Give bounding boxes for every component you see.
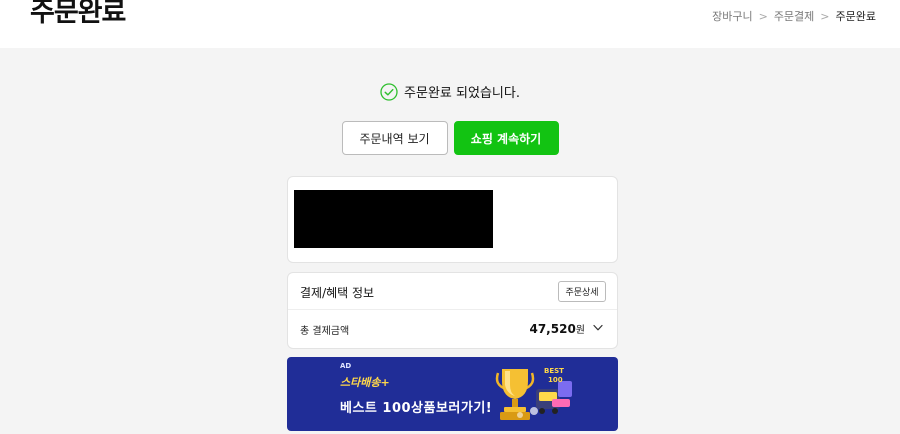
badge-100-text: 100 [548,376,563,384]
chevron-down-icon[interactable] [593,324,603,332]
page-header: 주문완료 장바구니 > 주문결제 > 주문완료 [0,0,900,48]
banner-headline: 베스트 100상품보러가기! [340,401,493,416]
badge-best-text: BEST [544,367,564,375]
chevron-right-icon: > [820,9,830,23]
banner-brand-text: 스타배송 [340,376,381,389]
total-payment-amount: 47,520원 [529,321,585,336]
redacted-block [294,190,493,248]
total-amount-value: 47,520 [529,322,576,336]
payment-info-title: 결제/혜택 정보 [300,286,375,300]
page-title: 주문완료 [30,0,126,28]
order-summary-card [287,176,618,263]
trophy-icon: BEST 100 [495,367,572,420]
breadcrumb-item-complete: 주문완료 [835,10,876,23]
order-complete-message: 주문완료 되었습니다. [0,82,900,101]
chevron-right-icon: > [758,9,768,23]
banner-brand-mark: + [380,376,390,389]
banner-brand: 스타배송+ [340,374,390,390]
payment-info-card: 결제/혜택 정보 주문상세 총 결제금액 47,520원 [287,272,618,349]
breadcrumb-item-checkout[interactable]: 주문결제 [774,8,814,24]
continue-shopping-button[interactable]: 쇼핑 계속하기 [453,121,559,155]
action-buttons: 주문내역 보기 쇼핑 계속하기 [0,121,900,155]
total-payment-row[interactable]: 총 결제금액 47,520원 [288,310,617,348]
currency-unit: 원 [575,325,585,336]
check-circle-icon [380,82,398,101]
best100-ad-banner[interactable]: AD 스타배송+ 베스트 100상품보러가기! BEST 100 [287,357,618,431]
ad-label: AD [340,362,352,370]
view-orders-button[interactable]: 주문내역 보기 [341,121,448,155]
breadcrumb: 장바구니 > 주문결제 > 주문완료 [712,8,876,24]
order-complete-text: 주문완료 되었습니다. [404,86,520,101]
order-detail-button[interactable]: 주문상세 [558,281,606,302]
total-payment-label: 총 결제금액 [300,326,350,337]
payment-info-header: 결제/혜택 정보 주문상세 [288,273,617,310]
breadcrumb-item-cart[interactable]: 장바구니 [712,8,752,24]
